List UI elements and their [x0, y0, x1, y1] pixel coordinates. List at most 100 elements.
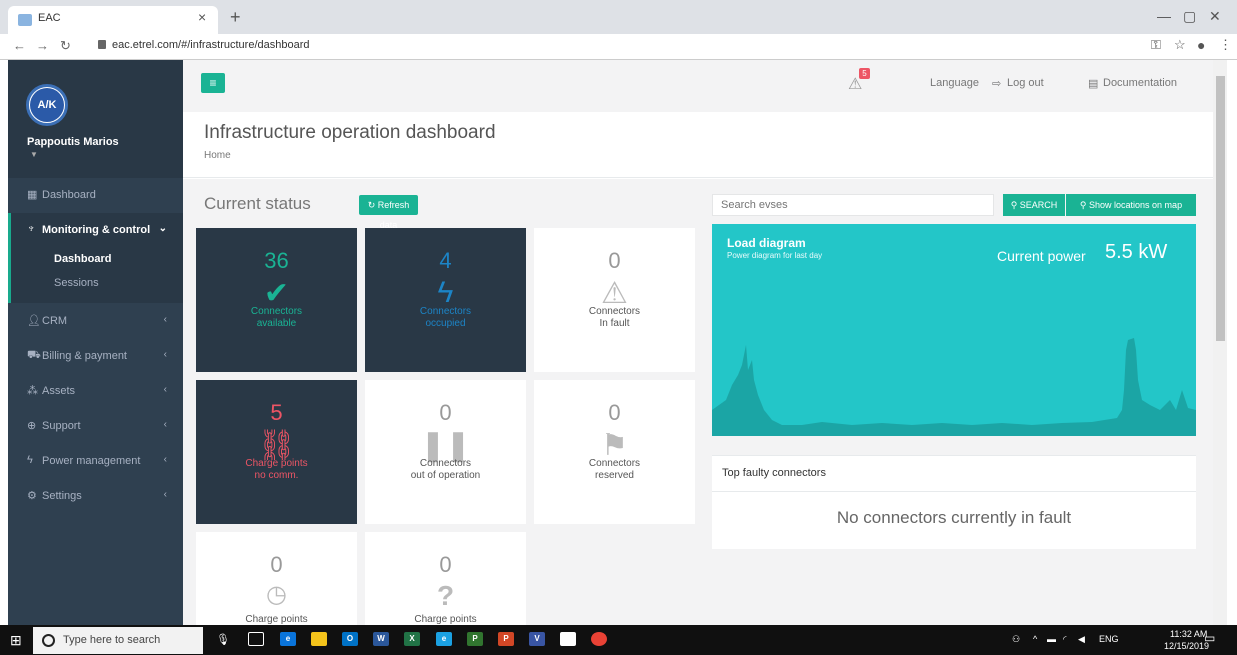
sidebar-subitem-dashboard[interactable]: Dashboard: [54, 253, 111, 265]
sidebar-item-label: Billing & payment: [42, 350, 127, 362]
visio-icon[interactable]: V: [529, 632, 545, 646]
breadcrumb[interactable]: Home: [204, 150, 231, 161]
wifi-icon[interactable]: ◜: [1063, 634, 1067, 645]
tile-value: 0: [439, 400, 452, 425]
map-marker-icon: ⚲: [1079, 200, 1090, 210]
menu-toggle-button[interactable]: ≡: [201, 73, 225, 93]
close-tab-icon[interactable]: ×: [198, 9, 206, 25]
faulty-connectors-message: No connectors currently in fault: [836, 508, 1072, 527]
maximize-icon[interactable]: ▢: [1183, 8, 1196, 25]
chevron-left-icon: ‹: [163, 489, 167, 500]
sidebar-item-power[interactable]: ϟ Power management ‹: [8, 444, 183, 478]
reload-icon[interactable]: ↻: [60, 38, 71, 54]
microphone-icon[interactable]: 🎙︎: [216, 633, 230, 646]
tile-label: Charge points: [414, 614, 477, 625]
language-link[interactable]: Language: [930, 77, 979, 89]
account-icon[interactable]: ●: [1197, 37, 1205, 53]
key-icon[interactable]: ⚿: [1151, 37, 1161, 53]
tile-connectors-out-of-operation[interactable]: 0 ❚❚ Connectors out of operation: [365, 380, 526, 524]
sidebar-item-settings[interactable]: ⚙ Settings ‹: [8, 479, 183, 513]
cogs-icon: ⚙: [27, 490, 37, 502]
forward-icon[interactable]: →: [36, 38, 49, 53]
star-icon[interactable]: ☆: [1174, 37, 1186, 53]
sidebar-item-dashboard[interactable]: ▦ Dashboard: [8, 178, 183, 212]
url-field[interactable]: eac.etrel.com/#/infrastructure/dashboard: [112, 39, 310, 51]
sidebar-item-support[interactable]: ⊕ Support ‹: [8, 409, 183, 443]
chevron-down-icon: ⌄: [158, 223, 167, 234]
current-power-value: 5.5 kW: [1105, 241, 1168, 263]
documentation-link[interactable]: Documentation: [1103, 77, 1177, 89]
browser-tab[interactable]: EAC ×: [8, 6, 218, 34]
sidebar-item-assets[interactable]: ⁂ Assets ‹: [8, 374, 183, 408]
sidebar-item-monitoring[interactable]: ♆ Monitoring & control ⌄: [8, 213, 183, 247]
tile-value: 0: [608, 400, 621, 425]
back-icon[interactable]: ←: [13, 38, 26, 53]
tile-connectors-occupied[interactable]: 4 ϟ Connectors occupied: [365, 228, 526, 372]
tile-charge-points-a[interactable]: 0 ◷ Charge points: [196, 532, 357, 625]
outlook-icon[interactable]: O: [342, 632, 358, 646]
new-tab-button[interactable]: +: [230, 7, 241, 28]
internet-explorer-icon[interactable]: e: [436, 632, 452, 646]
menu-icon[interactable]: ⋮: [1219, 37, 1232, 53]
cortana-icon: [42, 634, 55, 647]
windows-start-icon[interactable]: ⊞: [10, 632, 22, 649]
tile-sublabel: out of operation: [410, 470, 481, 481]
show-map-button[interactable]: ⚲ Show locations on map: [1066, 194, 1196, 216]
logout-icon[interactable]: ⇨: [992, 77, 1001, 90]
tile-label: Charge points: [245, 614, 308, 625]
word-icon[interactable]: W: [373, 632, 389, 646]
document-icon[interactable]: ▤: [1088, 77, 1098, 90]
sidebar-item-billing[interactable]: ⛟ Billing & payment ‹: [8, 339, 183, 373]
scrollbar-thumb[interactable]: [1216, 76, 1225, 341]
clock-time[interactable]: 11:32 AM: [1170, 629, 1207, 639]
input-language[interactable]: ENG: [1099, 634, 1119, 644]
powerpoint-icon[interactable]: P: [498, 632, 514, 646]
sidebar-subitem-sessions[interactable]: Sessions: [54, 277, 99, 289]
sidebar-item-label: Settings: [42, 490, 82, 502]
tile-value: 0: [439, 552, 452, 577]
load-diagram-chart: [712, 338, 1196, 436]
load-diagram-subtitle: Power diagram for last day: [727, 251, 823, 260]
volume-icon[interactable]: ◀: [1078, 634, 1085, 645]
excel-icon[interactable]: X: [404, 632, 420, 646]
alert-count-badge: 5: [859, 68, 870, 79]
clock-date[interactable]: 12/15/2019: [1164, 641, 1209, 651]
refresh-data-button[interactable]: ↻ Refresh data: [359, 195, 418, 230]
tray-chevron-icon[interactable]: ^: [1033, 634, 1037, 644]
user-icon: 👤︎: [27, 315, 41, 327]
search-evses-field[interactable]: [712, 194, 994, 216]
user-name[interactable]: Pappoutis Marios: [27, 136, 119, 148]
logo-mark: A/K: [30, 88, 64, 122]
file-explorer-icon[interactable]: [311, 632, 327, 646]
tile-connectors-available[interactable]: 36 ✔ Connectors available: [196, 228, 357, 372]
task-view-icon[interactable]: [248, 632, 264, 646]
tile-label: Connectors: [419, 306, 472, 317]
people-icon[interactable]: ⚇: [1012, 634, 1020, 645]
app-icon[interactable]: [560, 632, 576, 646]
tile-sublabel: occupied: [425, 318, 466, 329]
chevron-left-icon: ‹: [163, 419, 167, 430]
question-icon: ?: [436, 580, 455, 611]
edge-icon[interactable]: e: [280, 632, 296, 646]
plug-icon: ♆: [27, 223, 36, 235]
battery-icon[interactable]: ▬: [1047, 634, 1056, 644]
favicon-icon: [18, 14, 32, 26]
tile-charge-points-no-comm[interactable]: 5 ⛓ Charge points no comm.: [196, 380, 357, 524]
tile-connectors-reserved[interactable]: 0 ⚑ Connectors reserved: [534, 380, 695, 524]
sidebar-item-label: Power management: [42, 455, 141, 467]
caret-down-icon[interactable]: ▼: [30, 150, 38, 159]
chrome-icon[interactable]: [591, 632, 607, 646]
tile-label: Connectors: [588, 458, 641, 469]
notifications-icon[interactable]: ▭: [1204, 631, 1215, 645]
close-window-icon[interactable]: ✕: [1209, 8, 1221, 25]
search-input[interactable]: [713, 195, 993, 215]
logout-link[interactable]: Log out: [1007, 77, 1044, 89]
sidebar-item-label: Monitoring & control: [42, 224, 151, 236]
tile-value: 5: [270, 400, 283, 425]
tile-connectors-in-fault[interactable]: 0 ⚠ Connectors In fault: [534, 228, 695, 372]
search-button[interactable]: ⚲ SEARCH: [1003, 194, 1065, 216]
project-icon[interactable]: P: [467, 632, 483, 646]
tile-charge-points-b[interactable]: 0 ? Charge points: [365, 532, 526, 625]
sidebar-item-crm[interactable]: 👤︎ CRM ‹: [8, 304, 183, 338]
minimize-icon[interactable]: —: [1157, 8, 1171, 24]
